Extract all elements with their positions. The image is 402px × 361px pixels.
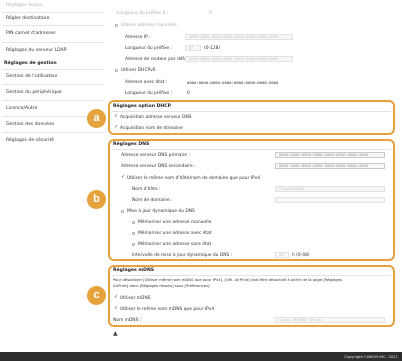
dynamic-update-checkbox[interactable] bbox=[121, 210, 124, 213]
save-stateful-label: Mémoriser une adresse avec état bbox=[138, 231, 212, 236]
acquire-dns-checkbox[interactable]: ✓ bbox=[114, 114, 118, 119]
update-interval-label: Intervalle de mise à jour dynamique du D… bbox=[132, 253, 233, 258]
default-router-input[interactable]: 0000:0000:0000:0000:0000:0000:0000:0000 bbox=[185, 56, 293, 62]
prefix-length-input[interactable]: 64 bbox=[185, 45, 201, 51]
same-mdns-label: Utiliser le même nom mDNS que pour IPv4 bbox=[120, 307, 215, 312]
use-dhcpv6-checkbox[interactable] bbox=[115, 69, 118, 72]
sidebar-item-user-management[interactable]: Gestion de l'utilisateur bbox=[6, 74, 58, 79]
prefix-length-top-value: 0 bbox=[209, 11, 212, 16]
dynamic-update-label: Mise à jour dynamique du DNS bbox=[127, 209, 195, 214]
copyright-text: Copyright CANON INC. 2021 bbox=[344, 354, 398, 359]
divider bbox=[2, 42, 104, 43]
sidebar-item-security-settings[interactable]: Réglages de sécurité bbox=[6, 138, 54, 143]
mdns-settings-title: Réglages mDNS bbox=[113, 268, 155, 273]
main-content: Longueur du préfixe 0 : 0 Utiliser adres… bbox=[107, 0, 402, 352]
mdns-name-label: Nom mDNS : bbox=[113, 318, 142, 323]
divider bbox=[112, 111, 391, 112]
mdns-name-input[interactable]: Canon MF0000 Series bbox=[275, 317, 385, 323]
sidebar-item-license-other[interactable]: Licence/Autre bbox=[6, 106, 37, 111]
host-name-input[interactable]: Canon000000 bbox=[275, 186, 385, 192]
divider bbox=[2, 12, 104, 13]
sidebar-item-device-management[interactable]: Gestion du périphérique bbox=[6, 90, 62, 95]
callout-b-badge: b bbox=[87, 190, 106, 209]
prefix-length-label: Longueur du préfixe : bbox=[125, 46, 173, 51]
mdns-note-line2: AirPrint] dans [Réglages réseau] sous [P… bbox=[113, 284, 211, 288]
stateful-address-label: Adresse avec état : bbox=[125, 80, 168, 85]
use-mdns-label: Utiliser mDNS bbox=[120, 296, 151, 301]
ip-address-input[interactable]: 0000:0000:0000:0000:0000:0000:0000:0000 bbox=[185, 34, 293, 40]
prefix-length-2-value: 0 bbox=[187, 91, 190, 96]
stateful-address-value: 0000:0000:0000:0000:0000:0000:0000:0000 bbox=[187, 80, 279, 85]
use-mdns-checkbox[interactable]: ✓ bbox=[114, 295, 118, 300]
save-manual-checkbox[interactable] bbox=[132, 221, 135, 224]
secondary-dns-label: Adresse serveur DNS secondaire : bbox=[121, 164, 196, 169]
same-host-label: Utiliser le même nom d'hôte/nom de domai… bbox=[127, 176, 260, 181]
sidebar-item-ldap-server[interactable]: Réglages du serveur LDAP bbox=[6, 48, 67, 53]
divider bbox=[2, 100, 104, 101]
divider bbox=[2, 84, 104, 85]
default-router-label: Adresse de routeur par défaut : bbox=[125, 57, 195, 62]
use-manual-address-label: Utiliser adresse manuelle bbox=[121, 23, 177, 28]
update-interval-unit: h (0-48) bbox=[292, 253, 310, 258]
acquire-domain-label: Acquisition nom de domaine bbox=[120, 126, 183, 131]
mdns-note-line1: Pour désactiver [Utiliser même nom mDNS … bbox=[113, 278, 342, 282]
footer: Copyright CANON INC. 2021 bbox=[0, 352, 402, 361]
same-host-checkbox[interactable]: ✓ bbox=[121, 175, 125, 180]
divider bbox=[2, 132, 104, 133]
sidebar-header-management: Réglages de gestion bbox=[4, 61, 57, 66]
divider bbox=[112, 275, 391, 276]
sidebar-item-final-settings[interactable]: Réglages finaux bbox=[6, 3, 43, 8]
save-stateless-label: Mémoriser une adresse sans état bbox=[138, 242, 212, 247]
primary-dns-label: Adresse serveur DNS primaire : bbox=[121, 153, 191, 158]
use-manual-address-checkbox[interactable] bbox=[115, 24, 118, 27]
dns-settings-title: Réglages DNS bbox=[113, 142, 150, 147]
save-stateless-checkbox[interactable] bbox=[132, 243, 135, 246]
primary-dns-input[interactable]: 0000:0000:0000:0000:0000:0000:0000:0000 bbox=[275, 152, 385, 158]
update-interval-input[interactable]: 24 bbox=[275, 252, 289, 258]
save-stateful-checkbox[interactable] bbox=[132, 232, 135, 235]
domain-name-input[interactable] bbox=[275, 197, 385, 203]
prefix-length-2-label: Longueur du préfixe : bbox=[125, 91, 173, 96]
same-mdns-checkbox[interactable]: ✓ bbox=[114, 306, 118, 311]
acquire-domain-checkbox[interactable]: ✓ bbox=[114, 125, 118, 130]
save-manual-label: Mémoriser une adresse manuelle bbox=[138, 220, 212, 225]
sidebar-item-address-book-pin[interactable]: PIN carnet d'adresses bbox=[6, 31, 56, 36]
secondary-dns-input[interactable]: 0000:0000:0000:0000:0000:0000:0000:0000 bbox=[275, 163, 385, 169]
sidebar-item-data-management[interactable]: Gestion des données bbox=[6, 122, 54, 127]
use-dhcpv6-label: Utiliser DHCPv6 bbox=[121, 68, 156, 73]
divider bbox=[2, 69, 104, 70]
divider bbox=[112, 149, 391, 150]
divider bbox=[2, 25, 104, 26]
acquire-dns-label: Acquisition adresse serveur DNS bbox=[120, 115, 192, 120]
callout-a-badge: a bbox=[87, 109, 106, 128]
dhcp-option-title: Réglages option DHCP bbox=[113, 104, 171, 109]
prefix-length-top-label: Longueur du préfixe 0 : bbox=[117, 11, 169, 16]
domain-name-label: Nom de domaine : bbox=[132, 198, 173, 203]
sidebar-item-set-destination[interactable]: Régler destinataire bbox=[6, 16, 50, 21]
callout-c-badge: c bbox=[87, 286, 106, 305]
host-name-label: Nom d'hôte : bbox=[132, 187, 161, 192]
back-to-top-icon[interactable]: ▲ bbox=[113, 330, 118, 337]
ip-address-label: Adresse IP : bbox=[125, 35, 151, 40]
prefix-length-range: (0-128) bbox=[204, 46, 221, 51]
